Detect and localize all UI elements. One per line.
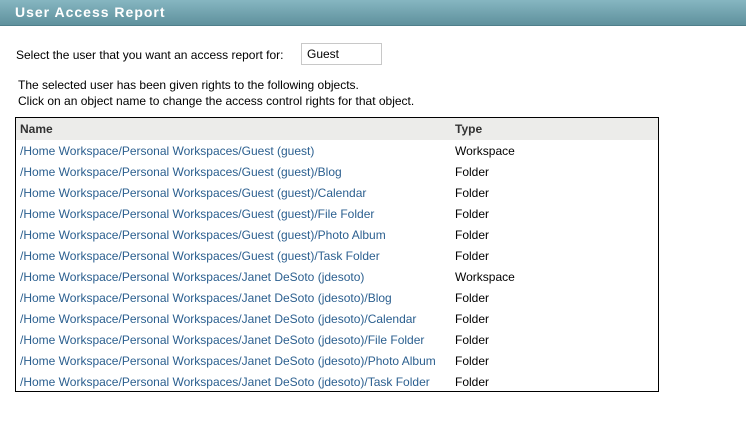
object-type: Folder (455, 207, 490, 221)
table-row: /Home Workspace/Personal Workspaces/Jane… (16, 308, 658, 329)
object-type: Workspace (455, 270, 515, 284)
table-row: /Home Workspace/Personal Workspaces/Jane… (16, 371, 658, 392)
table-row: /Home Workspace/Personal Workspaces/Gues… (16, 161, 658, 182)
table-header: Name Type (16, 118, 658, 140)
object-link[interactable]: /Home Workspace/Personal Workspaces/Gues… (20, 228, 386, 242)
title-bar: User Access Report (0, 0, 746, 26)
table-row: /Home Workspace/Personal Workspaces/Gues… (16, 182, 658, 203)
table-row: /Home Workspace/Personal Workspaces/Jane… (16, 287, 658, 308)
object-link[interactable]: /Home Workspace/Personal Workspaces/Gues… (20, 165, 342, 179)
object-type: Folder (455, 354, 490, 368)
object-link[interactable]: /Home Workspace/Personal Workspaces/Jane… (20, 375, 430, 389)
object-link[interactable]: /Home Workspace/Personal Workspaces/Jane… (20, 312, 416, 326)
object-type: Folder (455, 186, 490, 200)
table-row: /Home Workspace/Personal Workspaces/Jane… (16, 350, 658, 371)
object-type: Folder (455, 249, 490, 263)
table-row: /Home Workspace/Personal Workspaces/Gues… (16, 224, 658, 245)
object-link[interactable]: /Home Workspace/Personal Workspaces/Jane… (20, 291, 392, 305)
object-link[interactable]: /Home Workspace/Personal Workspaces/Jane… (20, 270, 364, 284)
table-row: /Home Workspace/Personal Workspaces/Gues… (16, 203, 658, 224)
instructions: The selected user has been given rights … (18, 77, 414, 109)
object-link[interactable]: /Home Workspace/Personal Workspaces/Jane… (20, 354, 436, 368)
object-link[interactable]: /Home Workspace/Personal Workspaces/Gues… (20, 207, 374, 221)
table-row: /Home Workspace/Personal Workspaces/Gues… (16, 245, 658, 266)
object-link[interactable]: /Home Workspace/Personal Workspaces/Gues… (20, 249, 380, 263)
instruction-line: The selected user has been given rights … (18, 78, 359, 92)
table-row: /Home Workspace/Personal Workspaces/Gues… (16, 140, 658, 161)
instruction-line: Click on an object name to change the ac… (18, 94, 415, 108)
object-type: Folder (455, 291, 490, 305)
user-input[interactable] (301, 43, 382, 65)
object-link[interactable]: /Home Workspace/Personal Workspaces/Gues… (20, 186, 366, 200)
object-type: Folder (455, 312, 490, 326)
object-type: Folder (455, 333, 490, 347)
page-title: User Access Report (15, 4, 166, 20)
table-row: /Home Workspace/Personal Workspaces/Jane… (16, 329, 658, 350)
object-link[interactable]: /Home Workspace/Personal Workspaces/Jane… (20, 333, 424, 347)
object-link[interactable]: /Home Workspace/Personal Workspaces/Gues… (20, 144, 314, 158)
access-table: Name Type /Home Workspace/Personal Works… (15, 117, 659, 392)
user-select-label: Select the user that you want an access … (16, 48, 284, 62)
object-type: Workspace (455, 144, 515, 158)
object-type: Folder (455, 228, 490, 242)
table-row: /Home Workspace/Personal Workspaces/Jane… (16, 266, 658, 287)
object-type: Folder (455, 165, 490, 179)
column-header-type: Type (455, 122, 483, 136)
object-type: Folder (455, 375, 490, 389)
column-header-name: Name (20, 122, 53, 136)
